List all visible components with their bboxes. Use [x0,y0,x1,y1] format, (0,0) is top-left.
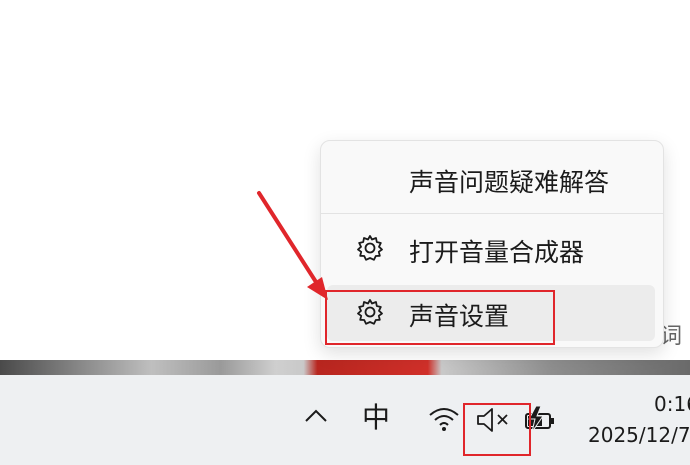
taskbar [0,375,690,465]
clock-time[interactable]: 0:16 [654,392,690,416]
menu-item-label: 声音问题疑难解答 [409,168,610,197]
highlight-box-sound-settings [325,290,555,345]
menu-separator [321,213,663,214]
menu-item-sound-troubleshoot[interactable]: 声音问题疑难解答 [327,151,655,207]
clock-date[interactable]: 2025/12/7 [588,423,690,447]
menu-item-volume-mixer[interactable]: 打开音量合成器 [327,221,655,277]
wifi-icon[interactable] [428,404,460,434]
ime-indicator[interactable]: 中 [362,400,390,436]
highlight-box-volume-icon [463,403,531,456]
desktop-wallpaper-strip [0,360,690,376]
gear-icon [355,233,385,263]
menu-item-label: 打开音量合成器 [409,238,585,267]
chevron-up-icon[interactable] [302,402,330,430]
